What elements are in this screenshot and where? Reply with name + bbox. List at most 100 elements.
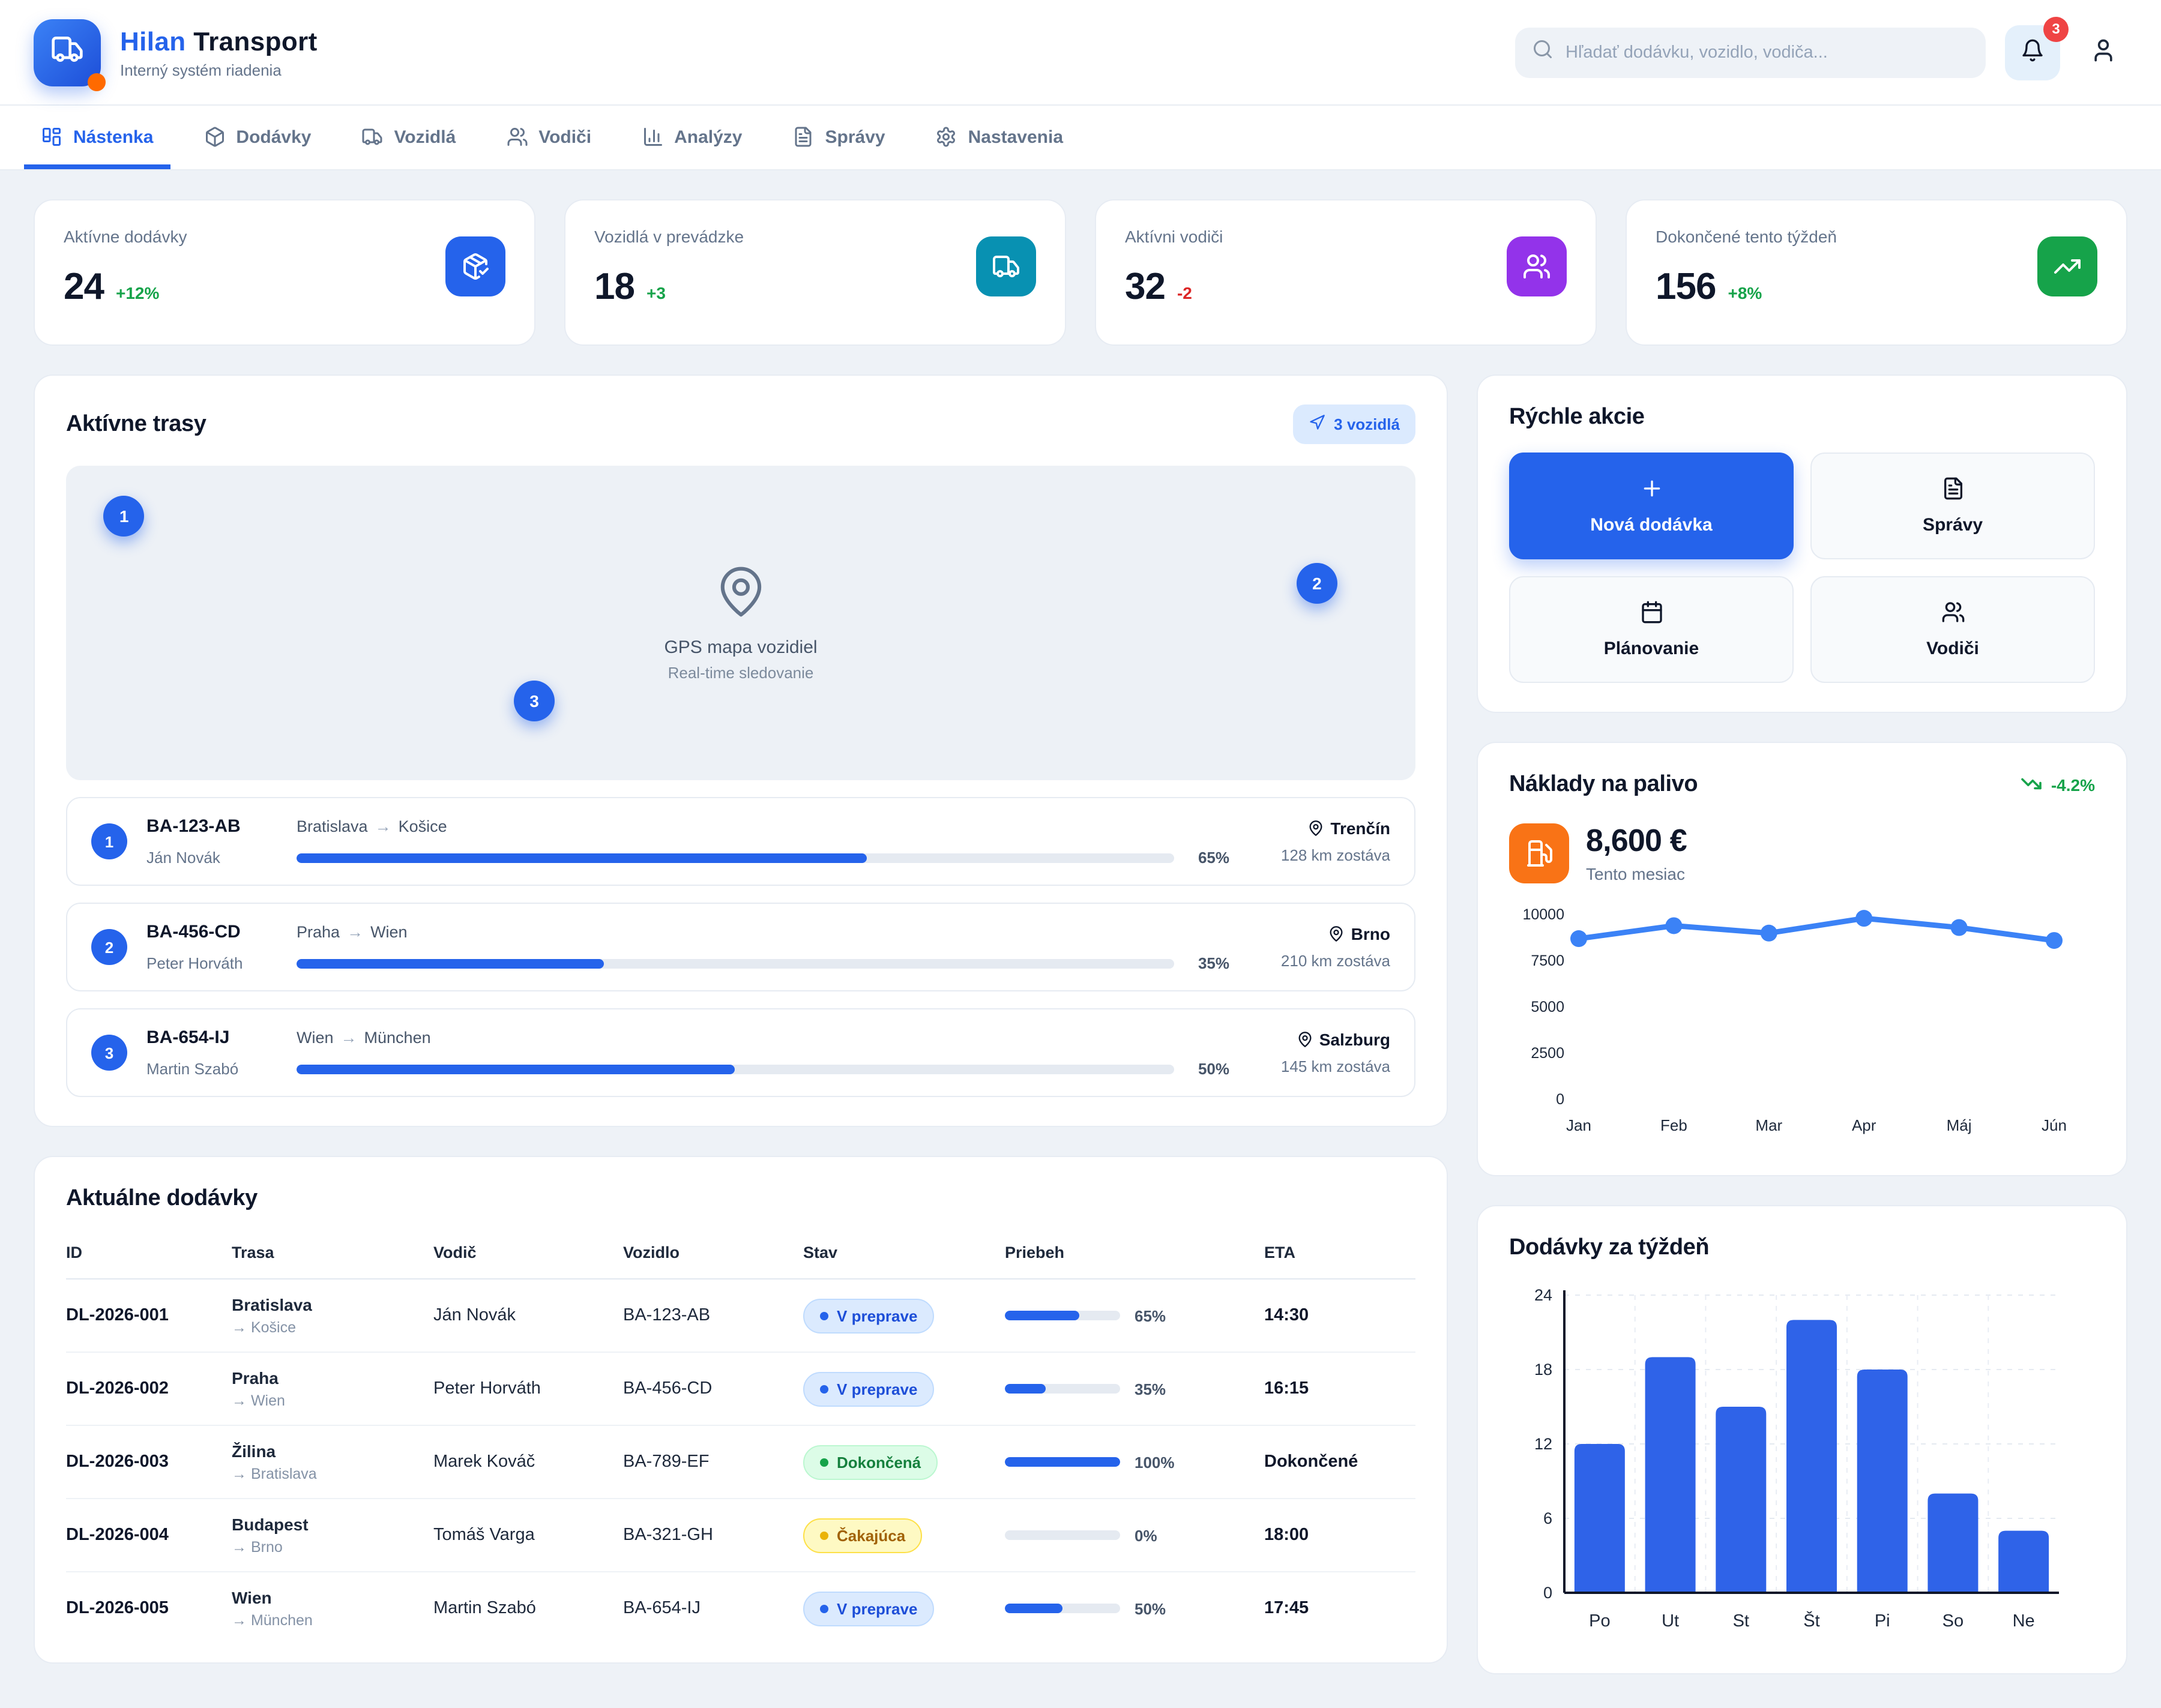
truck-icon xyxy=(50,32,84,72)
fuel-title: Náklady na palivo xyxy=(1509,772,1698,798)
app-subtitle: Interný systém riadenia xyxy=(120,61,318,79)
map-marker-3[interactable]: 3 xyxy=(514,680,555,721)
truck-icon xyxy=(992,252,1020,281)
route-number: 3 xyxy=(91,1035,127,1071)
table-row[interactable]: DL-2026-002 Praha→ Wien Peter Horváth BA… xyxy=(66,1353,1415,1426)
quick-action-novadodavka[interactable]: Nová dodávka xyxy=(1509,453,1794,559)
svg-text:Ne: Ne xyxy=(2013,1611,2035,1631)
notifications-button[interactable]: 3 xyxy=(2005,25,2060,80)
stat-value: 18 xyxy=(594,265,634,308)
route-location: Salzburg xyxy=(1249,1030,1390,1049)
weekly-card: Dodávky za týždeň 06121824PoUtStŠtPiSoNe xyxy=(1477,1205,2127,1674)
map-pin-icon xyxy=(713,564,768,619)
svg-text:Ut: Ut xyxy=(1662,1611,1679,1631)
table-row[interactable]: DL-2026-003 Žilina→ Bratislava Marek Kov… xyxy=(66,1426,1415,1499)
map-subtitle: Real-time sledovanie xyxy=(664,664,817,682)
active-routes-card: Aktívne trasy 3 vozidlá GPS mapa vozidie… xyxy=(34,374,1448,1127)
dashboard-page: Hilan Transport Interný systém riadenia … xyxy=(0,0,2161,1589)
tab-nastenka[interactable]: Nástenka xyxy=(24,106,170,169)
table-row[interactable]: DL-2026-005 Wien→ München Martin Szabó B… xyxy=(66,1572,1415,1634)
package-icon xyxy=(203,126,225,148)
stats-row: Aktívne dodávky 24 +12% Vozidlá v prevád… xyxy=(34,199,2127,346)
svg-text:10000: 10000 xyxy=(1522,906,1564,923)
user-icon xyxy=(2090,37,2117,64)
route-progress xyxy=(297,958,1174,968)
chart-icon xyxy=(642,126,663,148)
user-menu-button[interactable] xyxy=(2079,28,2127,76)
users-icon xyxy=(1941,600,1965,624)
svg-text:12: 12 xyxy=(1534,1435,1552,1453)
svg-text:7500: 7500 xyxy=(1531,952,1564,969)
file-icon xyxy=(1941,477,1965,501)
svg-text:Pi: Pi xyxy=(1875,1611,1890,1631)
tab-spravy[interactable]: Správy xyxy=(776,106,902,169)
tab-vozidla[interactable]: Vozidlá xyxy=(345,106,472,169)
map-pin-icon xyxy=(713,604,768,624)
svg-text:6: 6 xyxy=(1543,1509,1552,1527)
weekly-title: Dodávky za týždeň xyxy=(1509,1235,2095,1261)
tab-dodavky[interactable]: Dodávky xyxy=(187,106,328,169)
package-check-icon xyxy=(461,252,490,281)
table-header: IDTrasaVodičVozidloStavPriebehETA xyxy=(66,1236,1415,1279)
trending-down-icon xyxy=(2021,772,2043,794)
bar xyxy=(1998,1531,2049,1593)
route-row[interactable]: 1 BA-123-AB Bratislava→Košice Ján Novák … xyxy=(66,797,1415,886)
bar xyxy=(1786,1320,1837,1593)
svg-text:0: 0 xyxy=(1556,1091,1564,1108)
map-marker-1[interactable]: 1 xyxy=(104,496,145,537)
table-row[interactable]: DL-2026-004 Budapest→ Brno Tomáš Varga B… xyxy=(66,1499,1415,1572)
stat-icon-box xyxy=(1507,236,1567,296)
truck-icon xyxy=(361,126,383,148)
route-location: Trenčín xyxy=(1249,819,1390,838)
svg-text:St: St xyxy=(1733,1611,1749,1631)
bar xyxy=(1927,1494,1978,1593)
quick-action-vodici[interactable]: Vodiči xyxy=(1810,576,2095,683)
search-icon xyxy=(1532,38,1554,66)
svg-text:5000: 5000 xyxy=(1531,999,1564,1015)
stat-value: 156 xyxy=(1656,265,1716,308)
fuel-chart-svg: 100007500500025000JanFebMarAprMájJún xyxy=(1509,900,2073,1140)
stat-icon-box xyxy=(2037,236,2097,296)
weekly-bar-chart: 06121824PoUtStŠtPiSoNe xyxy=(1509,1278,2095,1644)
status-badge: Dokončená xyxy=(803,1445,938,1479)
route-number: 1 xyxy=(91,823,127,859)
trending-down-icon xyxy=(2021,772,2043,798)
gear-icon xyxy=(936,126,957,148)
truck-icon xyxy=(50,32,84,66)
app-header: Hilan Transport Interný systém riadenia … xyxy=(0,0,2161,106)
stat-card: Aktívne dodávky 24 +12% xyxy=(34,199,535,346)
svg-text:24: 24 xyxy=(1534,1286,1552,1304)
file-icon xyxy=(793,126,815,148)
main-nav: Nástenka Dodávky Vozidlá Vodiči Analýzy … xyxy=(0,106,2161,170)
map-marker-2[interactable]: 2 xyxy=(1297,562,1337,603)
bar xyxy=(1645,1357,1696,1593)
notification-badge: 3 xyxy=(2043,16,2069,41)
quick-actions-card: Rýchle akcie Nová dodávka Správy Plánova… xyxy=(1477,374,2127,713)
svg-text:18: 18 xyxy=(1534,1361,1552,1379)
tab-nastavenia[interactable]: Nastavenia xyxy=(919,106,1080,169)
active-routes-title: Aktívne trasy xyxy=(66,411,206,438)
tab-vodici[interactable]: Vodiči xyxy=(489,106,608,169)
table-row[interactable]: DL-2026-001 Bratislava→ Košice Ján Novák… xyxy=(66,1279,1415,1353)
map-pin-icon xyxy=(1307,820,1324,837)
search-input[interactable] xyxy=(1566,43,1969,62)
status-badge: V preprave xyxy=(803,1371,934,1406)
quick-action-spravy[interactable]: Správy xyxy=(1810,453,2095,559)
quick-action-planovanie[interactable]: Plánovanie xyxy=(1509,576,1794,683)
brand: Hilan Transport Interný systém riadenia xyxy=(34,19,318,86)
deliveries-table: IDTrasaVodičVozidloStavPriebehETA DL-202… xyxy=(66,1236,1415,1634)
route-row[interactable]: 3 BA-654-IJ Wien→München Martin Szabó 50… xyxy=(66,1008,1415,1097)
route-row[interactable]: 2 BA-456-CD Praha→Wien Peter Horváth 35%… xyxy=(66,903,1415,991)
stat-delta: -2 xyxy=(1177,283,1192,302)
app-title: Hilan Transport xyxy=(120,26,318,57)
fuel-delta: -4.2% xyxy=(2021,772,2095,798)
svg-text:Jan: Jan xyxy=(1566,1116,1591,1134)
app-logo xyxy=(34,19,101,86)
fuel-period: Tento mesiac xyxy=(1586,864,1687,883)
svg-text:Máj: Máj xyxy=(1947,1116,1972,1134)
status-badge: V preprave xyxy=(803,1591,934,1626)
search-box[interactable] xyxy=(1515,27,1986,77)
route-path: Praha→Wien xyxy=(297,923,408,941)
tab-analyzy[interactable]: Analýzy xyxy=(625,106,759,169)
fuel-amount: 8,600 € xyxy=(1586,822,1687,859)
